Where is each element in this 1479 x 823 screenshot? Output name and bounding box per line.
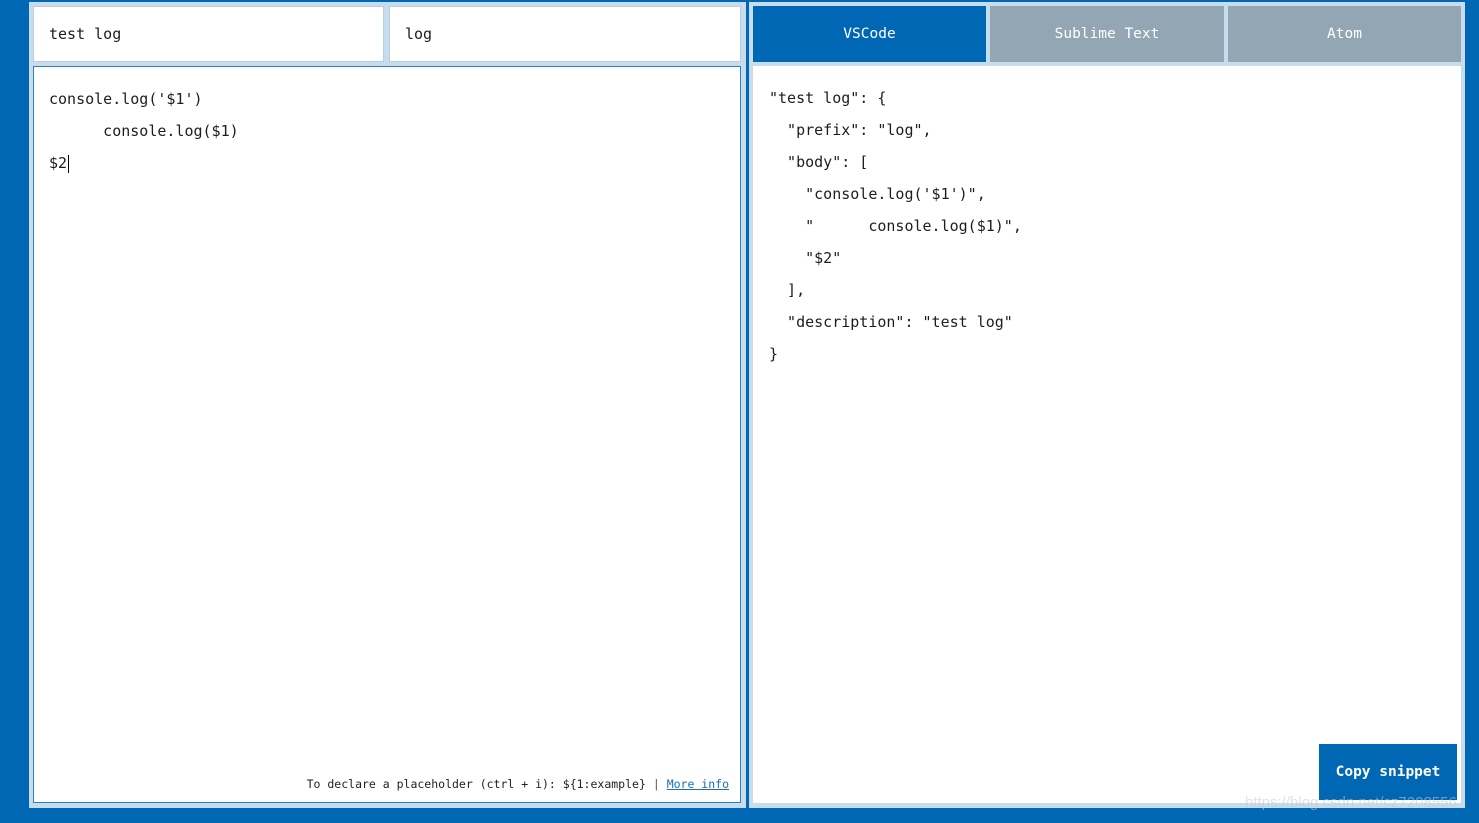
output-line: "prefix": "log", xyxy=(769,121,932,139)
editor-code-area[interactable]: console.log('$1') console.log($1) $2 xyxy=(49,83,730,179)
snippet-output-panel: VSCode Sublime Text Atom "test log": { "… xyxy=(749,2,1465,808)
output-line: " console.log($1)", xyxy=(769,217,1022,235)
output-line: ], xyxy=(769,281,806,299)
editor-line: console.log($1) xyxy=(49,122,239,140)
output-line: "console.log('$1')", xyxy=(769,185,986,203)
tab-vscode[interactable]: VSCode xyxy=(753,6,986,62)
more-info-link[interactable]: More info xyxy=(667,777,729,791)
watermark: https://blog.csdn.net/cz7208556 xyxy=(1245,794,1457,811)
hint-text: To declare a placeholder (ctrl + i): ${1… xyxy=(306,777,646,791)
tab-atom[interactable]: Atom xyxy=(1228,6,1461,62)
snippet-output: "test log": { "prefix": "log", "body": [… xyxy=(753,66,1461,803)
tab-sublime-text[interactable]: Sublime Text xyxy=(990,6,1224,62)
prefix-input[interactable]: log xyxy=(389,6,741,62)
placeholder-hint: To declare a placeholder (ctrl + i): ${1… xyxy=(307,777,729,791)
hint-separator: | xyxy=(652,777,660,791)
output-line: } xyxy=(769,345,779,363)
copy-snippet-button[interactable]: Copy snippet xyxy=(1319,744,1457,800)
text-caret xyxy=(68,154,70,173)
editor-line: console.log('$1') xyxy=(49,90,203,108)
snippet-input-panel: test log log console.log('$1') console.l… xyxy=(29,2,746,808)
description-input[interactable]: test log xyxy=(33,6,384,62)
editor-line: $2 xyxy=(49,154,70,173)
output-line: "$2" xyxy=(769,249,842,267)
snippet-body-editor[interactable]: console.log('$1') console.log($1) $2 To … xyxy=(33,66,741,803)
output-code-area: "test log": { "prefix": "log", "body": [… xyxy=(769,82,1451,370)
output-line: "test log": { xyxy=(769,89,887,107)
output-line: "description": "test log" xyxy=(769,313,1013,331)
output-line: "body": [ xyxy=(769,153,869,171)
